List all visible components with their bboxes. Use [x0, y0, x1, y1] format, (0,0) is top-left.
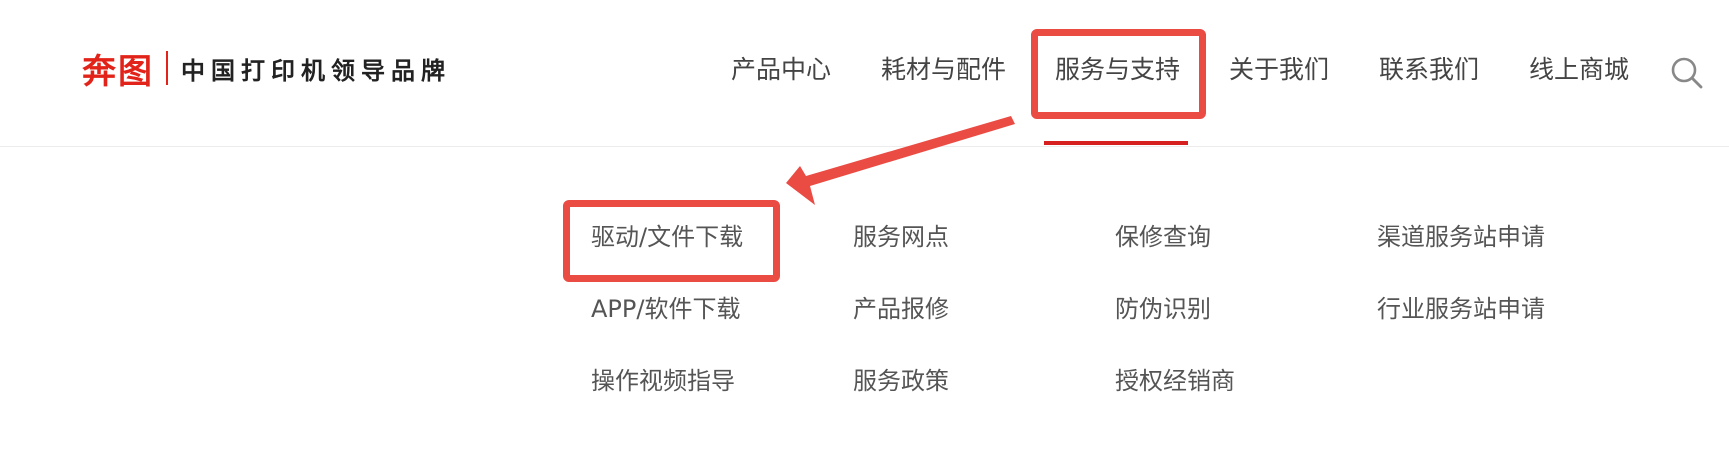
annotation-arrow-icon — [786, 116, 1015, 205]
